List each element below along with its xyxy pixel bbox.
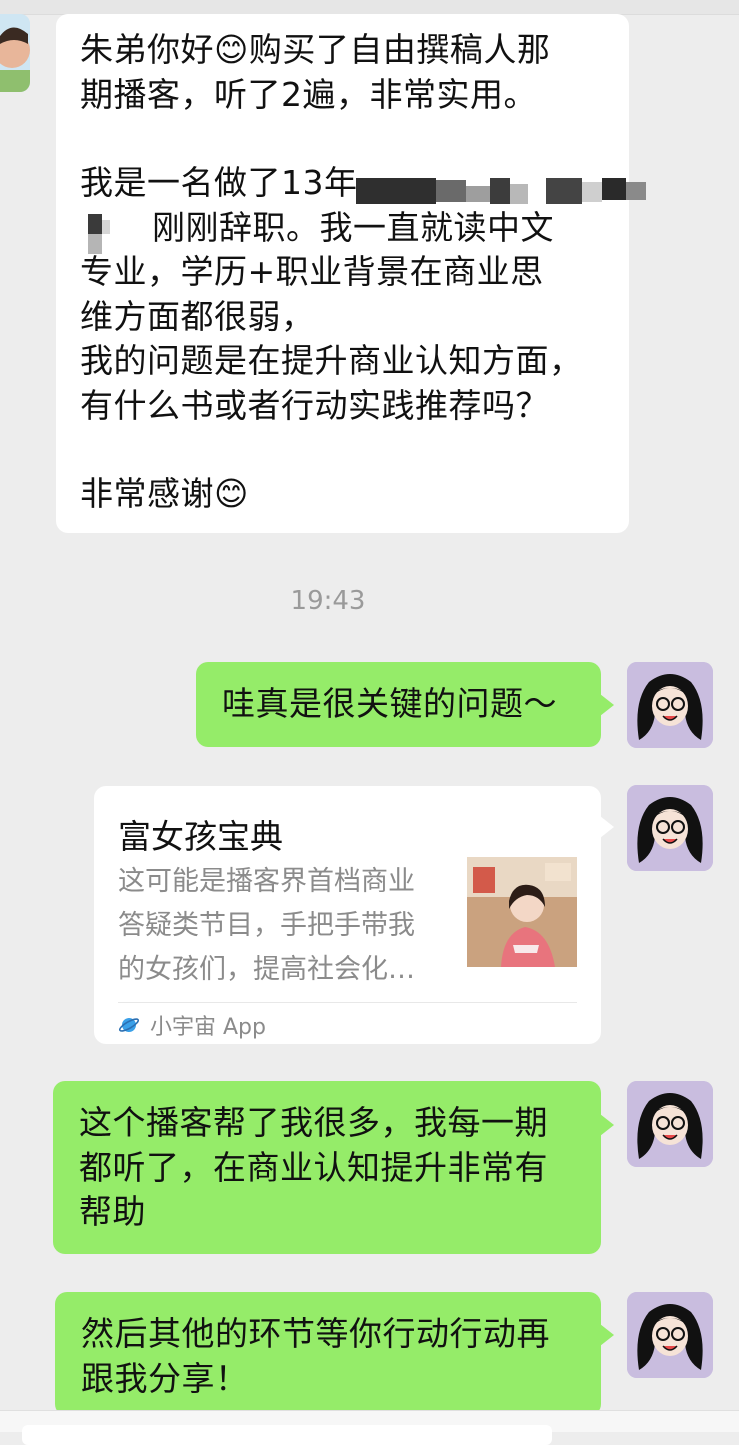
message-line: 我的问题是在提升商业认知方面， (80, 341, 583, 380)
message-line: 维方面都很弱， (80, 296, 315, 336)
card-description-line: 答疑类节目，手把手带我 (118, 910, 415, 941)
message-timestamp: 19:43 (290, 586, 366, 616)
message-line: 这个播客帮了我很多，我每一期 (79, 1103, 548, 1142)
my-avatar[interactable] (627, 785, 713, 871)
card-title: 富女孩宝典 (118, 817, 283, 856)
message-line: 帮助 (79, 1192, 146, 1231)
message-line: 有什么书或者行动实践推荐吗？ (80, 385, 549, 425)
sent-message-bubble[interactable]: 然后其他的环节等你行动行动再 跟我分享！ (55, 1292, 614, 1416)
message-text: 哇真是很关键的问题～ (222, 684, 557, 723)
message-line: 期播客，听了2遍，非常实用。 (80, 74, 537, 114)
sent-message-bubble[interactable]: 哇真是很关键的问题～ (196, 662, 614, 747)
avatar-illustration (627, 662, 713, 748)
my-avatar[interactable] (627, 662, 713, 748)
redaction-mosaic (88, 214, 110, 254)
message-line: 专业，学历+职业背景在商业思 (80, 252, 544, 291)
message-line: 刚刚辞职。我一直就读中文 (152, 207, 554, 247)
message-line: 跟我分享！ (81, 1358, 249, 1398)
card-description: 这可能是播客界首档商业 答疑类节目，手把手带我 的女孩们，提高社会化… (118, 860, 448, 992)
top-status-strip (0, 0, 739, 15)
message-line: 朱弟你好😊购买了自由撰稿人那 (80, 30, 551, 69)
message-line: 然后其他的环节等你行动行动再 (81, 1314, 550, 1353)
xiaoyuzhou-planet-icon (118, 1018, 140, 1032)
contact-avatar-image (0, 14, 30, 92)
avatar-illustration (627, 1081, 713, 1167)
card-description-line: 的女孩们，提高社会化… (118, 954, 415, 985)
chat-input-bar (0, 1410, 739, 1445)
card-source: 小宇宙 App (118, 1010, 266, 1040)
card-description-line: 这可能是播客界首档商业 (118, 866, 415, 897)
my-avatar[interactable] (627, 1081, 713, 1167)
shared-podcast-card[interactable]: 富女孩宝典 这可能是播客界首档商业 答疑类节目，手把手带我 的女孩们，提高社会化… (94, 786, 614, 1044)
card-source-label: 小宇宙 App (150, 1015, 266, 1040)
contact-avatar[interactable] (0, 14, 30, 92)
sent-message-bubble[interactable]: 这个播客帮了我很多，我每一期 都听了，在商业认知提升非常有 帮助 (53, 1081, 614, 1254)
card-divider (118, 1002, 577, 1003)
received-message-bubble[interactable]: 朱弟你好😊购买了自由撰稿人那 期播客，听了2遍，非常实用。 我是一名做了13年 … (56, 14, 646, 533)
message-line: 都听了，在商业认知提升非常有 (79, 1147, 548, 1187)
message-line: 非常感谢😊 (80, 474, 249, 513)
message-input[interactable] (22, 1425, 552, 1445)
avatar-illustration (627, 785, 713, 871)
avatar-illustration (627, 1292, 713, 1378)
card-thumbnail (467, 857, 577, 967)
my-avatar[interactable] (627, 1292, 713, 1378)
redaction-mosaic (356, 178, 646, 204)
